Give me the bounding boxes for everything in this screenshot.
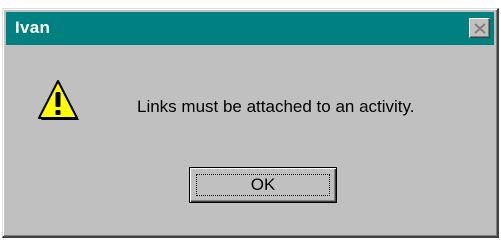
warning-icon bbox=[35, 79, 81, 123]
message-text: Links must be attached to an activity. bbox=[137, 97, 415, 116]
title-bar: Ivan bbox=[6, 12, 494, 45]
alert-dialog: Ivan Links must be attached to an activi… bbox=[2, 8, 499, 238]
close-button[interactable] bbox=[469, 18, 490, 38]
dialog-title: Ivan bbox=[15, 18, 51, 37]
ok-button[interactable]: OK bbox=[189, 167, 337, 203]
close-icon bbox=[474, 23, 486, 34]
ok-button-label: OK bbox=[250, 175, 276, 194]
